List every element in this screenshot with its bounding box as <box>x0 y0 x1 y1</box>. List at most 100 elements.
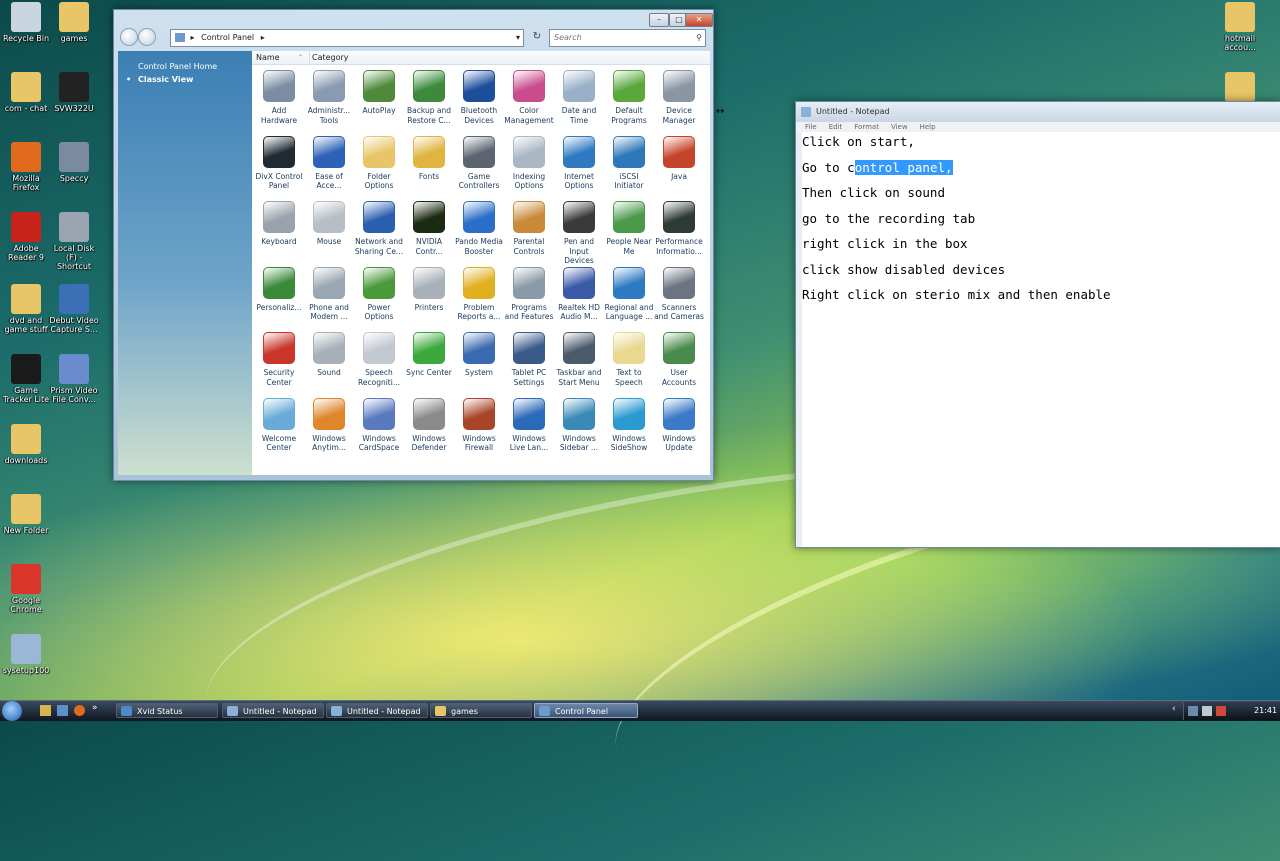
search-input[interactable]: Search ⚲ <box>549 29 706 47</box>
cp-item-windows-live-lan[interactable]: Windows Live Lan... <box>504 396 554 462</box>
chevron-down-icon[interactable]: ▾ <box>516 30 520 46</box>
forward-button[interactable] <box>138 28 156 46</box>
back-button[interactable] <box>120 28 138 46</box>
cp-item-mouse[interactable]: Mouse <box>304 199 354 265</box>
column-name[interactable]: Name <box>256 51 280 64</box>
network-icon[interactable] <box>1188 706 1198 716</box>
desktop-icon-hotmail-accou[interactable]: hotmail accou... <box>1214 2 1266 52</box>
desktop-icon-downloads[interactable]: downloads <box>0 424 52 465</box>
taskbar-button-untitled-notepad[interactable]: Untitled - Notepad <box>222 703 324 718</box>
desktop-icon-games[interactable]: games <box>48 2 100 43</box>
desktop-icon-mozilla-firefox[interactable]: Mozilla Firefox <box>0 142 52 192</box>
cp-item-regional-and-language[interactable]: Regional and Language ... <box>604 265 654 331</box>
desktop-icon-debut-video-capture-s[interactable]: Debut Video Capture S... <box>48 284 100 334</box>
cp-item-windows-sidebar[interactable]: Windows Sidebar ... <box>554 396 604 462</box>
desktop-icon-prism-video-file-conv[interactable]: Prism Video File Conv... <box>48 354 100 404</box>
cp-item-autoplay[interactable]: AutoPlay <box>354 68 404 134</box>
cp-item-game-controllers[interactable]: Game Controllers <box>454 134 504 200</box>
cp-item-windows-sideshow[interactable]: Windows SideShow <box>604 396 654 462</box>
chevron-right-icon[interactable]: » <box>92 703 98 713</box>
cp-item-windows-anytim[interactable]: Windows Anytim... <box>304 396 354 462</box>
cp-item-security-center[interactable]: Security Center <box>254 330 304 396</box>
taskbar-button-untitled-notepad[interactable]: Untitled - Notepad <box>326 703 428 718</box>
search-icon[interactable]: ⚲ <box>696 30 702 46</box>
cp-item-people-near-me[interactable]: People Near Me <box>604 199 654 265</box>
cp-item-problem-reports-a[interactable]: Problem Reports a... <box>454 265 504 331</box>
cp-item-add-hardware[interactable]: Add Hardware <box>254 68 304 134</box>
desktop-icon-svw322u[interactable]: SVW322U <box>48 72 100 113</box>
cp-item-speech-recogniti[interactable]: Speech Recogniti... <box>354 330 404 396</box>
notepad-titlebar[interactable]: Untitled - Notepad <box>796 102 1280 122</box>
cp-item-iscsi-initiator[interactable]: iSCSI Initiator <box>604 134 654 200</box>
taskbar-button-xvid-status[interactable]: Xvid Status <box>116 703 218 718</box>
cp-item-ease-of-acce[interactable]: Ease of Acce... <box>304 134 354 200</box>
cp-item-performance-informatio[interactable]: Performance Informatio... <box>654 199 704 265</box>
cp-item-keyboard[interactable]: Keyboard <box>254 199 304 265</box>
volume-icon[interactable] <box>1202 706 1212 716</box>
cp-item-scanners-and-cameras[interactable]: Scanners and Cameras <box>654 265 704 331</box>
cp-item-windows-cardspace[interactable]: Windows CardSpace <box>354 396 404 462</box>
cp-item-programs-and-features[interactable]: Programs and Features <box>504 265 554 331</box>
cp-item-pen-and-input-devices[interactable]: Pen and Input Devices <box>554 199 604 265</box>
cp-item-administr-tools[interactable]: Administr... Tools <box>304 68 354 134</box>
minimize-button[interactable]: – <box>649 13 669 27</box>
taskbar-button-control-panel[interactable]: Control Panel <box>534 703 638 718</box>
menu-file[interactable]: File <box>805 123 817 131</box>
sidebar-link-home[interactable]: Control Panel Home <box>118 60 252 73</box>
cp-item-bluetooth-devices[interactable]: Bluetooth Devices <box>454 68 504 134</box>
desktop-icon-com-chat[interactable]: com - chat <box>0 72 52 113</box>
cp-item-windows-defender[interactable]: Windows Defender <box>404 396 454 462</box>
cp-item-internet-options[interactable]: Internet Options <box>554 134 604 200</box>
cp-item-personaliz[interactable]: Personaliz... <box>254 265 304 331</box>
desktop-icon-game-tracker-lite[interactable]: Game Tracker Lite <box>0 354 52 404</box>
close-button[interactable]: ✕ <box>685 13 713 27</box>
cp-item-folder-options[interactable]: Folder Options <box>354 134 404 200</box>
cp-item-windows-firewall[interactable]: Windows Firewall <box>454 396 504 462</box>
desktop-icon-new-folder[interactable]: New Folder <box>0 494 52 535</box>
desktop-icon-folder[interactable] <box>1214 72 1266 104</box>
desktop-icon-adobe-reader-9[interactable]: Adobe Reader 9 <box>0 212 52 262</box>
cp-item-date-and-time[interactable]: Date and Time <box>554 68 604 134</box>
cp-item-backup-and-restore-c[interactable]: Backup and Restore C... <box>404 68 454 134</box>
show-desktop-icon[interactable] <box>40 705 51 716</box>
cp-item-indexing-options[interactable]: Indexing Options <box>504 134 554 200</box>
cp-item-color-management[interactable]: Color Management <box>504 68 554 134</box>
cp-item-network-and-sharing-ce[interactable]: Network and Sharing Ce... <box>354 199 404 265</box>
cp-item-printers[interactable]: Printers <box>404 265 454 331</box>
menu-format[interactable]: Format <box>854 123 879 131</box>
desktop-icon-dvd-and-game-stuff[interactable]: dvd and game stuff <box>0 284 52 334</box>
desktop-icon-local-disk-f-shortcut[interactable]: Local Disk (F) - Shortcut <box>48 212 100 271</box>
address-bar[interactable]: ▸ Control Panel ▸ ▾ <box>170 29 524 47</box>
desktop-icon-sysetup100[interactable]: sysetup100 <box>0 634 52 675</box>
cp-item-fonts[interactable]: Fonts <box>404 134 454 200</box>
refresh-icon[interactable]: ↻ <box>529 29 545 45</box>
cp-item-nvidia-contr[interactable]: NVIDIA Contr... <box>404 199 454 265</box>
cp-item-windows-update[interactable]: Windows Update <box>654 396 704 462</box>
tray-app-icon[interactable] <box>1216 706 1226 716</box>
desktop-icon-recycle-bin[interactable]: Recycle Bin <box>0 2 52 43</box>
cp-item-sound[interactable]: Sound <box>304 330 354 396</box>
cp-item-pando-media-booster[interactable]: Pando Media Booster <box>454 199 504 265</box>
cp-item-phone-and-modem[interactable]: Phone and Modem ... <box>304 265 354 331</box>
sidebar-link-classic-view[interactable]: • Classic View <box>118 73 252 86</box>
cp-item-realtek-hd-audio-m[interactable]: Realtek HD Audio M... <box>554 265 604 331</box>
desktop-icon-speccy[interactable]: Speccy <box>48 142 100 183</box>
cp-item-divx-control-panel[interactable]: DivX Control Panel <box>254 134 304 200</box>
column-category[interactable]: Category <box>309 51 349 64</box>
menu-view[interactable]: View <box>891 123 908 131</box>
tray-expand-icon[interactable]: ‹ <box>1172 704 1176 714</box>
cp-item-tablet-pc-settings[interactable]: Tablet PC Settings <box>504 330 554 396</box>
cp-item-power-options[interactable]: Power Options <box>354 265 404 331</box>
cp-item-welcome-center[interactable]: Welcome Center <box>254 396 304 462</box>
notepad-text-area[interactable]: Click on start, Go to control panel, Then … <box>802 132 1280 547</box>
cp-item-taskbar-and-start-menu[interactable]: Taskbar and Start Menu <box>554 330 604 396</box>
menu-help[interactable]: Help <box>920 123 936 131</box>
menu-edit[interactable]: Edit <box>829 123 843 131</box>
cp-item-default-programs[interactable]: Default Programs <box>604 68 654 134</box>
cp-item-device-manager[interactable]: Device Manager <box>654 68 704 134</box>
start-button[interactable] <box>2 701 22 721</box>
taskbar-button-games[interactable]: games <box>430 703 532 718</box>
firefox-icon[interactable] <box>74 705 85 716</box>
switch-windows-icon[interactable] <box>57 705 68 716</box>
cp-item-parental-controls[interactable]: Parental Controls <box>504 199 554 265</box>
